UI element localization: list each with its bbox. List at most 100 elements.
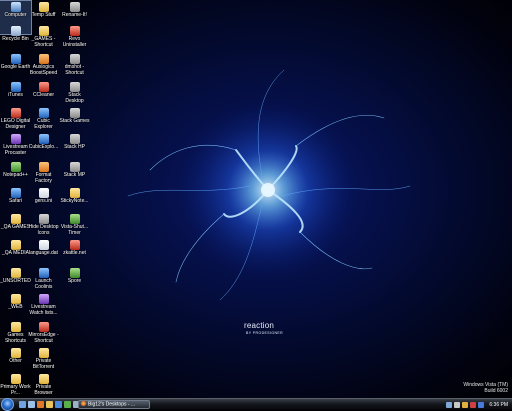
explorer-icon[interactable] bbox=[46, 401, 53, 408]
desktop-icon-label: Google Earth bbox=[0, 64, 31, 70]
desktop-icon-label: Format Factory bbox=[35, 172, 52, 184]
taskbar-window-button[interactable]: Big12's Desktops - ... bbox=[78, 400, 150, 409]
lego-icon bbox=[10, 108, 21, 118]
bluetooth-icon[interactable] bbox=[478, 401, 485, 408]
web-shortcut-icon bbox=[69, 240, 80, 250]
quick-launch-bar bbox=[19, 401, 80, 409]
format-factory-icon bbox=[38, 162, 49, 172]
wallpaper-logo: reaction BY PRODESIGNER bbox=[244, 321, 283, 335]
clock[interactable]: 6:36 PM bbox=[489, 402, 508, 408]
system-tray: 6:36 PM bbox=[446, 399, 512, 410]
desktop-icon-label: language.dat bbox=[29, 250, 58, 256]
desktop-icon-label: Stack MP bbox=[63, 172, 86, 178]
desktop-icon-label: Livestream Watch lists... bbox=[29, 304, 58, 316]
hide-desktop-icon bbox=[38, 214, 49, 224]
desktop-icon-label: gens.ini bbox=[34, 198, 53, 204]
folder-icon bbox=[10, 322, 21, 332]
folder-icon bbox=[10, 268, 21, 278]
cubic-explorer-icon bbox=[38, 108, 49, 118]
desktop-icon-label: Stack HP bbox=[64, 144, 85, 150]
stack-icon bbox=[69, 162, 80, 172]
desktop-icon-label: Other bbox=[9, 358, 22, 364]
desktop-icon-label: Notepad++ bbox=[3, 172, 28, 178]
safari-compass-icon bbox=[10, 188, 21, 198]
desktop-icon-label: _QA GAMES bbox=[0, 224, 31, 230]
desktop-icon-label: _QA MEDIA bbox=[2, 250, 29, 256]
stack-icon bbox=[69, 82, 80, 92]
recycle-bin-icon bbox=[10, 26, 21, 36]
sticky-note-icon bbox=[69, 188, 80, 198]
folder-icon bbox=[10, 348, 21, 358]
desktop-icon-label: LEGO Digital Designer bbox=[0, 118, 31, 130]
folder-icon bbox=[38, 374, 49, 384]
desktop-icon-label: StickyNote... bbox=[60, 198, 89, 204]
desktop-icon[interactable]: Spore bbox=[59, 267, 90, 300]
desktop-icon-label: dmshot - Shortcut bbox=[64, 64, 85, 76]
notepad-icon bbox=[10, 162, 21, 172]
data-file-icon bbox=[38, 240, 49, 250]
desktop-icon-label: _UNSORTED bbox=[0, 278, 31, 284]
folder-icon bbox=[38, 348, 49, 358]
switch-windows-icon[interactable] bbox=[28, 401, 35, 408]
start-button[interactable] bbox=[1, 398, 14, 411]
desktop-icon-label: Primary Work Pr... bbox=[0, 384, 31, 396]
desktop-icon-label: Computer bbox=[4, 12, 27, 18]
revo-uninstaller-icon bbox=[69, 26, 80, 36]
desktop-icon-label: Rename-It! bbox=[62, 12, 87, 18]
firefox-icon[interactable] bbox=[37, 401, 44, 408]
desktop-icon-label: zkattle.net bbox=[63, 250, 86, 256]
livestream-icon bbox=[10, 134, 21, 144]
desktop-icon[interactable]: Primary Work Pr... bbox=[0, 373, 31, 398]
desktop-icon-label: iTunes bbox=[8, 92, 23, 98]
desktop-icon-label: CCleaner bbox=[32, 92, 55, 98]
desktop-icon-label: Recycle Bin bbox=[2, 36, 29, 42]
desktop-icon-label: Spore bbox=[67, 278, 82, 284]
mirrors-edge-icon bbox=[38, 322, 49, 332]
text-file-icon bbox=[38, 188, 49, 198]
network-icon[interactable] bbox=[446, 401, 453, 408]
chat-icon[interactable] bbox=[64, 401, 71, 408]
desktop-icon-label: _GAMES - Shortcut bbox=[31, 36, 56, 48]
firefox-icon bbox=[81, 401, 86, 406]
launcher-icon bbox=[38, 268, 49, 278]
desktop-icon-label: CubicExplo... bbox=[28, 144, 59, 150]
stack-icon bbox=[69, 134, 80, 144]
media-player-icon[interactable] bbox=[55, 401, 62, 408]
volume-icon[interactable] bbox=[454, 401, 461, 408]
desktop-icon-label: Vista-Shut... Timer bbox=[60, 224, 89, 236]
timer-icon bbox=[69, 214, 80, 224]
spore-icon bbox=[69, 268, 80, 278]
desktop-icon-label: Games Shortcuts bbox=[4, 332, 27, 344]
show-desktop-icon[interactable] bbox=[19, 401, 26, 408]
desktop-icon-label: Private Browser bbox=[34, 384, 53, 396]
antivirus-icon[interactable] bbox=[470, 401, 477, 408]
folder-icon bbox=[10, 374, 21, 384]
desktop-icon-label: MirrorsEdge - Shortcut bbox=[28, 332, 59, 344]
folder-icon bbox=[10, 214, 21, 224]
os-watermark-build: Build 6002 bbox=[484, 388, 508, 394]
globe-icon bbox=[10, 54, 21, 64]
desktop-icon-label: _WEB bbox=[8, 304, 23, 310]
os-watermark: Windows Vista (TM) Build 6002 bbox=[463, 382, 508, 394]
computer-icon bbox=[10, 2, 21, 12]
desktop-icon-label: Temp Stuff bbox=[31, 12, 56, 18]
wallpaper-logo-byline: BY PRODESIGNER bbox=[246, 331, 284, 335]
desktop-icon-label: Launch Coolinis bbox=[34, 278, 53, 290]
desktop-icon[interactable]: Private Browser bbox=[28, 373, 59, 398]
desktop-icon-label: Safari bbox=[8, 198, 23, 204]
desktop-icon-label: Cubic Explorer bbox=[34, 118, 53, 130]
desktop-icon-label: Stack Desktop bbox=[65, 92, 84, 104]
taskbar-window-title: Big12's Desktops - ... bbox=[88, 401, 136, 408]
taskbar: Big12's Desktops - ... 6:36 PM bbox=[0, 398, 512, 411]
desktop-icon-label: Private BitTorrent bbox=[32, 358, 55, 370]
folder-icon bbox=[38, 2, 49, 12]
desktop-icon-label: Revo Uninstaller bbox=[62, 36, 87, 48]
itunes-icon bbox=[10, 82, 21, 92]
desktop-icon-label: Auslogics BoostSpeed bbox=[29, 64, 58, 76]
folder-shortcut-icon bbox=[38, 26, 49, 36]
update-icon[interactable] bbox=[462, 401, 469, 408]
desktop-icon-label: Livestream Procaster bbox=[3, 144, 28, 156]
desktop-icon-label: Stack Games bbox=[59, 118, 90, 124]
desktop[interactable]: Computer Temp Stuff Rename-It! Recycle Bin _… bbox=[0, 0, 512, 398]
stack-icon bbox=[69, 108, 80, 118]
